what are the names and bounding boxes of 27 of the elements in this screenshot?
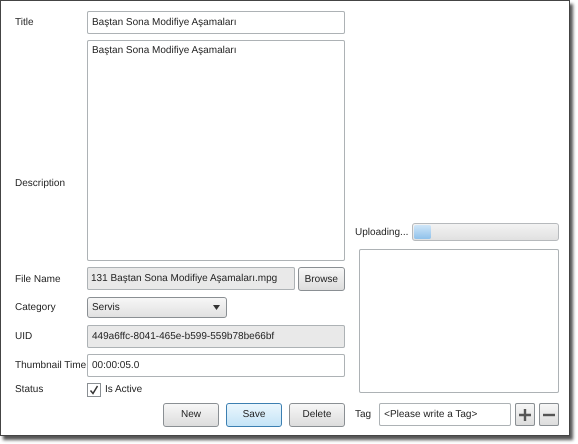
field-label: Title: [15, 17, 35, 28]
plus-icon: [518, 408, 532, 422]
field-label: UID: [15, 330, 34, 342]
field-label: Thumbnail Time: [15, 360, 87, 371]
remove-button[interactable]: [539, 403, 559, 426]
tag-label: Tag: [355, 409, 372, 420]
action-button[interactable]: Delete: [289, 402, 345, 427]
title-field[interactable]: Baştan Sona Modifiye Aşamaları: [87, 11, 345, 34]
tag-field[interactable]: <Please write a Tag>: [379, 403, 511, 426]
thumbnail-time-field[interactable]: 00:00:05.0: [87, 354, 345, 377]
uid-field[interactable]: 449a6ffc-8041-465e-b599-559b78be66bf: [87, 324, 345, 348]
action-button[interactable]: Save: [226, 402, 282, 427]
description-field[interactable]: Baştan Sona Modifiye Aşamaları: [87, 40, 345, 262]
add-button[interactable]: [515, 403, 535, 426]
caret-icon: [213, 305, 220, 310]
active-checkbox[interactable]: [87, 382, 101, 397]
uploading-label: Uploading...: [355, 226, 408, 238]
field-label: Status: [15, 384, 44, 396]
minus-icon: [542, 412, 556, 416]
field-label: File Name: [15, 274, 62, 285]
checkbox-label: Is Active: [105, 384, 142, 396]
file-name-field[interactable]: 131 Baştan Sona Modifiye Aşamaları.mpg: [87, 267, 295, 290]
browse-button[interactable]: Browse: [298, 267, 345, 292]
field-label: Description: [15, 178, 66, 192]
action-button[interactable]: New: [163, 402, 219, 427]
category-dropdown[interactable]: Servis: [87, 297, 227, 318]
field-label: Category: [15, 302, 57, 314]
